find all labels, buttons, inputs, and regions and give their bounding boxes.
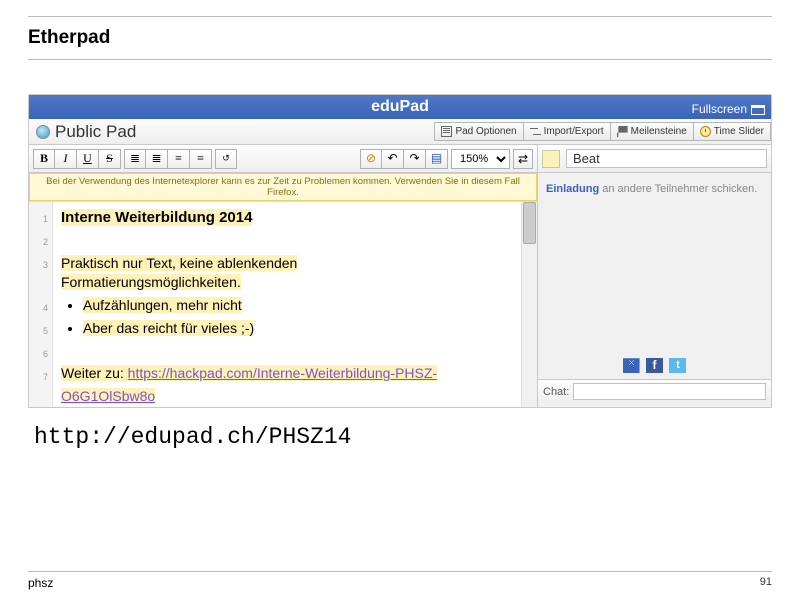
footer-brand: phsz xyxy=(28,576,53,590)
list-item: Aufzählungen, mehr nicht xyxy=(83,297,242,313)
etherpad-app: eduPad Fullscreen Public Pad Pad Optione… xyxy=(28,94,772,408)
time-slider-button[interactable]: Time Slider xyxy=(694,122,771,141)
olist-button[interactable]: ≣ xyxy=(146,149,168,169)
outdent-button[interactable]: ≡ xyxy=(190,149,212,169)
mail-icon[interactable] xyxy=(623,358,640,373)
list-item: Aber das reicht für vieles ;-) xyxy=(83,320,254,336)
save-button[interactable]: ▤ xyxy=(426,149,448,169)
doc-heading: Interne Weiterbildung 2014 xyxy=(61,209,252,226)
editor-area[interactable]: 1234567 Interne Weiterbildung 2014 Prakt… xyxy=(29,201,537,407)
app-header: eduPad Fullscreen xyxy=(29,95,771,119)
facebook-icon[interactable]: f xyxy=(646,358,663,373)
pad-title-bar: Public Pad Pad Optionen Import/Export Me… xyxy=(29,119,771,145)
share-bar: f xyxy=(538,353,771,379)
twitter-icon[interactable] xyxy=(669,358,686,373)
redo-button[interactable]: ↷ xyxy=(404,149,426,169)
fullscreen-icon xyxy=(751,105,765,115)
scrollbar[interactable] xyxy=(521,202,537,407)
globe-icon xyxy=(36,125,50,139)
editor-content[interactable]: Interne Weiterbildung 2014 Praktisch nur… xyxy=(53,202,521,407)
zoom-select[interactable]: 150% xyxy=(451,149,510,169)
document-icon xyxy=(441,126,452,137)
chat-label: Chat: xyxy=(543,386,569,398)
page-number: 91 xyxy=(760,576,772,590)
italic-button[interactable]: I xyxy=(55,149,77,169)
fullscreen-button[interactable]: Fullscreen xyxy=(692,97,765,121)
username-input[interactable] xyxy=(566,149,767,168)
chat-input[interactable] xyxy=(573,383,766,400)
user-color-swatch[interactable] xyxy=(542,150,560,168)
invite-link[interactable]: Einladung xyxy=(546,183,599,195)
undo-color-button[interactable]: ⊘ xyxy=(360,149,382,169)
clear-format-button[interactable]: ↺ xyxy=(215,149,237,169)
scroll-thumb[interactable] xyxy=(523,202,536,244)
bold-button[interactable]: B xyxy=(33,149,55,169)
swap-icon xyxy=(530,126,541,137)
swap-panels-button[interactable]: ⇄ xyxy=(513,149,533,169)
line-numbers: 1234567 xyxy=(29,202,53,407)
undo-button[interactable]: ↶ xyxy=(382,149,404,169)
ulist-button[interactable]: ≣ xyxy=(124,149,146,169)
pad-url: http://edupad.ch/PHSZ14 xyxy=(34,424,772,450)
pad-title: Public Pad xyxy=(55,122,136,142)
browser-warning: Bei der Verwendung des Internetexplorer … xyxy=(29,173,537,201)
pad-options-button[interactable]: Pad Optionen xyxy=(434,122,523,141)
strike-button[interactable]: S xyxy=(99,149,121,169)
indent-button[interactable]: ≡ xyxy=(168,149,190,169)
app-name: eduPad xyxy=(371,98,429,115)
format-toolbar: B I U S ≣ ≣ ≡ ≡ ↺ ⊘ ↶ xyxy=(29,145,537,173)
milestones-button[interactable]: Meilensteine xyxy=(611,122,694,141)
invite-text: Einladung an andere Teilnehmer schicken. xyxy=(538,173,771,205)
import-export-button[interactable]: Import/Export xyxy=(524,122,611,141)
clock-icon xyxy=(700,126,711,137)
underline-button[interactable]: U xyxy=(77,149,99,169)
slide-title: Etherpad xyxy=(28,27,772,49)
flag-icon xyxy=(617,126,628,137)
